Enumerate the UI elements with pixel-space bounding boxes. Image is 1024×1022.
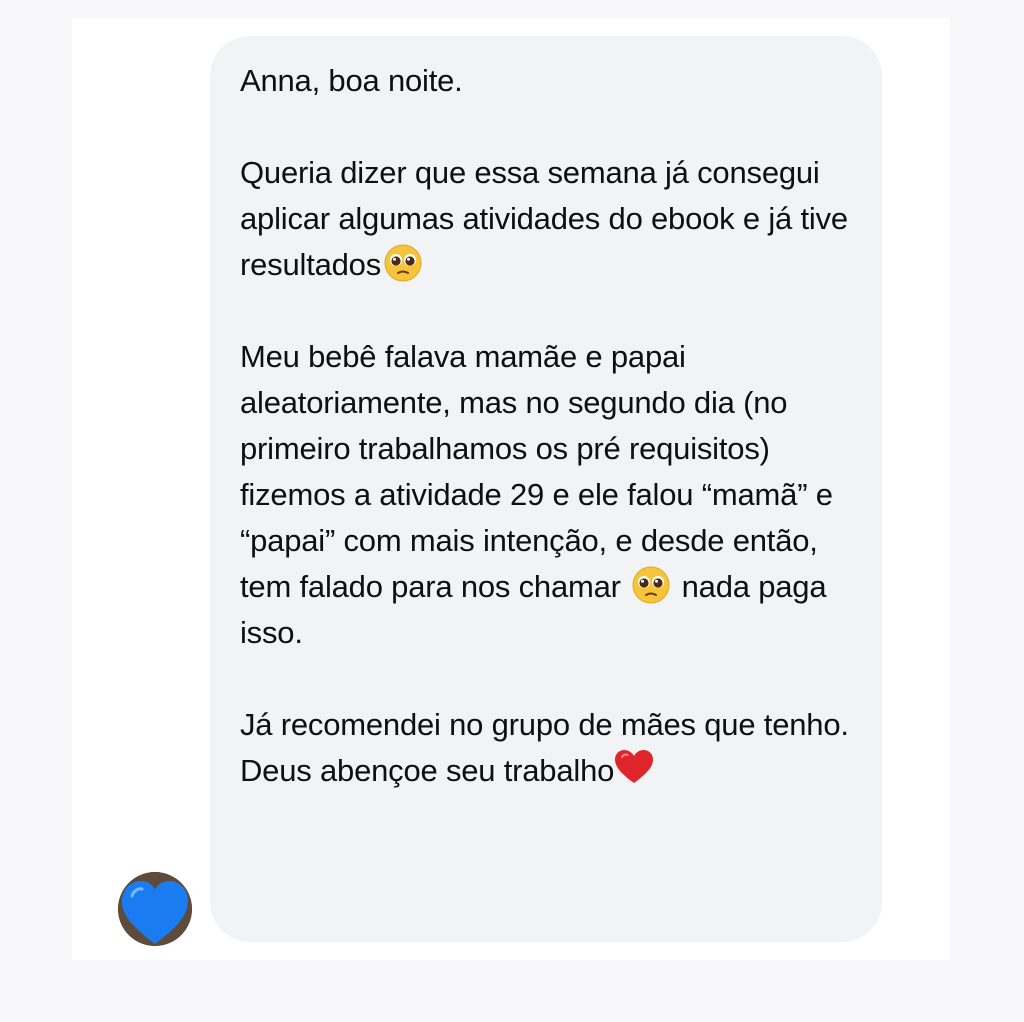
message-bubble[interactable]: Anna, boa noite. Queria dizer que essa s… — [210, 36, 882, 942]
blue-heart-icon — [118, 872, 192, 946]
message-paragraph-2: Queria dizer que essa semana já consegui… — [240, 155, 848, 283]
message-paragraph-4: Já recomendei no grupo de mães que tenho… — [240, 707, 849, 788]
pleading-face-icon — [381, 243, 425, 283]
message-paragraph-3: Meu bebê falava mamãe e papai aleatoriam… — [240, 339, 833, 650]
red-heart-icon — [614, 749, 654, 785]
message-text: Anna, boa noite. Queria dizer que essa s… — [240, 58, 862, 794]
sender-avatar[interactable] — [118, 872, 192, 946]
message-greeting: Anna, boa noite. — [240, 63, 463, 98]
pleading-face-icon — [629, 565, 673, 605]
